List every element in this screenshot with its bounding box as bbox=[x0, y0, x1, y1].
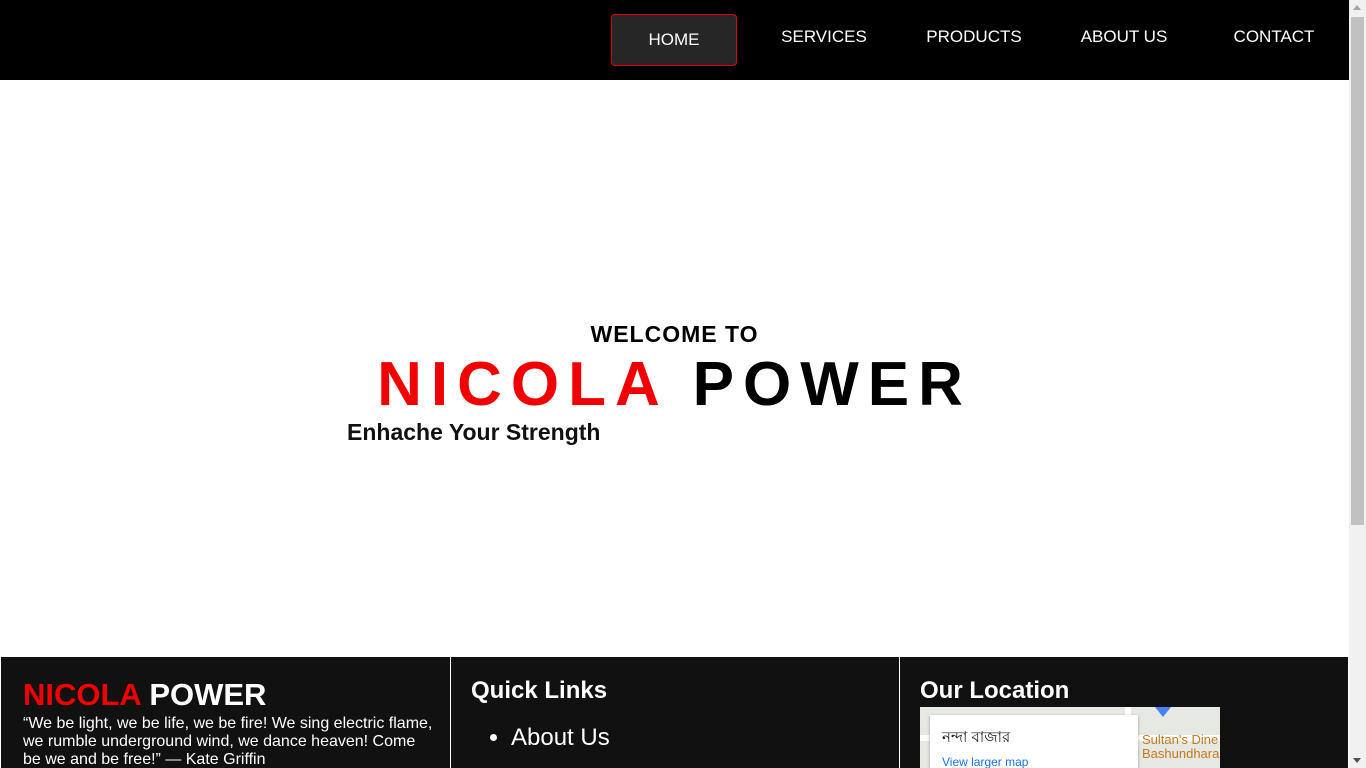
footer-quote: “We be light, we be life, we be fire! We… bbox=[23, 715, 433, 768]
scroll-down-arrow-icon[interactable] bbox=[1353, 758, 1361, 763]
vertical-scrollbar[interactable] bbox=[1349, 0, 1366, 768]
footer-brand-white: POWER bbox=[149, 677, 267, 712]
hero-section: WELCOME TO NICOLA POWER Enhache Your Str… bbox=[0, 80, 1349, 656]
nav-contact-link[interactable]: CONTACT bbox=[1212, 12, 1336, 64]
map-pin-icon bbox=[1155, 707, 1171, 717]
footer-brand-red: NICOLA bbox=[23, 677, 141, 712]
footer: NICOLA POWER “We be light, we be life, w… bbox=[0, 656, 1349, 768]
map-place-label: Sultan's Dine Bashundhara bbox=[1142, 732, 1220, 761]
footer-quick-links-column: Quick Links About Us bbox=[450, 656, 900, 768]
hero-title-black: POWER bbox=[692, 350, 972, 419]
footer-brand-column: NICOLA POWER “We be light, we be life, w… bbox=[0, 656, 451, 768]
map-place-name: নন্দা বাজার bbox=[942, 729, 1011, 746]
location-map[interactable]: Sultan's Dine Bashundhara নন্দা বাজার Vi… bbox=[920, 707, 1220, 768]
location-heading: Our Location bbox=[920, 677, 1070, 704]
scroll-up-arrow-icon[interactable] bbox=[1353, 5, 1361, 10]
hero-title-red: NICOLA bbox=[377, 350, 667, 419]
view-larger-map-link[interactable]: View larger map bbox=[942, 755, 1028, 768]
top-navbar: HOME SERVICES PRODUCTS ABOUT US CONTACT bbox=[0, 0, 1349, 80]
footer-location-column: Our Location Sultan's Dine Bashundhara ন… bbox=[899, 656, 1349, 768]
scrollbar-thumb[interactable] bbox=[1351, 17, 1364, 525]
nav-about-link[interactable]: ABOUT US bbox=[1062, 12, 1186, 64]
nav-home-link[interactable]: HOME bbox=[611, 14, 737, 66]
quick-link-about-us[interactable]: About Us bbox=[511, 719, 610, 757]
nav-products-link[interactable]: PRODUCTS bbox=[912, 12, 1036, 64]
hero-tagline: Enhache Your Strength bbox=[347, 419, 601, 445]
hero-title: NICOLA POWER bbox=[0, 350, 1349, 420]
page: HOME SERVICES PRODUCTS ABOUT US CONTACT … bbox=[0, 0, 1349, 768]
map-info-card: নন্দা বাজার View larger map bbox=[930, 715, 1138, 768]
quick-links-heading: Quick Links bbox=[471, 677, 608, 704]
nav-services-link[interactable]: SERVICES bbox=[762, 12, 886, 64]
hero-welcome-text: WELCOME TO bbox=[590, 321, 759, 347]
footer-brand: NICOLA POWER bbox=[23, 677, 266, 713]
quick-links-list: About Us bbox=[489, 719, 610, 757]
